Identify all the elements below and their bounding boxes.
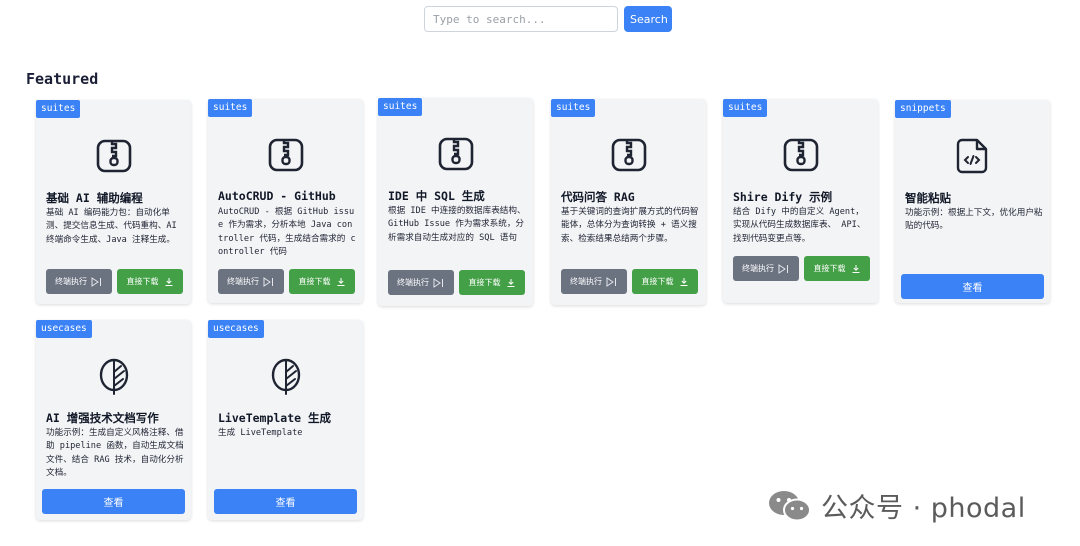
card-title: 代码问答 RAG xyxy=(561,190,635,204)
code-file-icon xyxy=(956,138,987,174)
exec-label: 终端执行 xyxy=(397,278,429,287)
card-actions: 终端执行 直接下载 xyxy=(733,256,870,281)
card-description: 基于关键词的查询扩展方式的代码智能体，总体分为查询转换 + 语义搜索、检索结果总… xyxy=(561,207,699,244)
terminal-execute-button[interactable]: 终端执行 xyxy=(388,270,454,295)
category-tag[interactable]: suites xyxy=(551,99,596,117)
wechat-icon xyxy=(769,490,811,521)
direct-download-button[interactable]: 直接下载 xyxy=(289,269,355,294)
card-shire-dify-example: suites Shire Dify 示例 结合 Dify 中的自定义 Agent… xyxy=(723,99,878,303)
direct-download-button[interactable]: 直接下载 xyxy=(117,269,183,294)
card-description: 结合 Dify 中的自定义 Agent，实现从代码生成数据库表、 API、找到代… xyxy=(733,207,866,244)
play-icon xyxy=(778,263,788,274)
card-title: AI 增强技术文档写作 xyxy=(46,411,159,425)
card-title: 智能粘贴 xyxy=(905,191,951,205)
card-title: Shire Dify 示例 xyxy=(733,190,833,204)
card-ai-doc-writing: usecases AI 增强技术文档写作 功能示例：生成自定义风格注释、借助 p… xyxy=(36,320,191,520)
download-label: 直接下载 xyxy=(126,277,159,286)
card-actions: 终端执行 直接下载 xyxy=(388,270,525,295)
card-description: AutoCRUD - 根据 GitHub issue 作为需求，分析本地 Jav… xyxy=(218,207,356,257)
card-description: 功能示例：生成自定义风格注释、借助 pipeline 函数，自动生成文档文件、结… xyxy=(46,428,184,478)
play-icon xyxy=(263,276,273,287)
category-tag[interactable]: suites xyxy=(723,99,768,117)
card-livetemplate-generation: usecases LiveTemplate 生成 生成 LiveTemplate… xyxy=(208,320,363,520)
direct-download-button[interactable]: 直接下载 xyxy=(804,256,870,281)
card-title: IDE 中 SQL 生成 xyxy=(388,189,485,203)
zip-file-icon xyxy=(268,138,303,172)
zip-file-icon xyxy=(438,137,473,171)
card-autocrud-github: suites AutoCRUD - GitHub AutoCRUD - 根据 G… xyxy=(208,99,363,303)
view-button[interactable]: 查看 xyxy=(901,274,1044,299)
card-description: 生成 LiveTemplate xyxy=(218,428,303,438)
leaf-icon xyxy=(271,358,300,395)
card-basic-ai-coding: suites 基础 AI 辅助编程 基础 AI 编码能力包：自动化单测、提交信息… xyxy=(36,100,191,304)
download-icon xyxy=(165,277,172,286)
download-icon xyxy=(680,277,687,286)
zip-file-icon xyxy=(96,139,131,173)
play-icon xyxy=(606,276,616,287)
exec-label: 终端执行 xyxy=(570,277,602,286)
exec-label: 终端执行 xyxy=(742,264,774,273)
download-label: 直接下载 xyxy=(641,277,674,286)
view-button[interactable]: 查看 xyxy=(42,489,185,514)
view-button[interactable]: 查看 xyxy=(214,489,357,514)
card-actions: 终端执行 直接下载 xyxy=(218,269,355,294)
category-tag[interactable]: usecases xyxy=(208,320,264,338)
leaf-icon xyxy=(99,358,128,395)
card-description: 基础 AI 编码能力包：自动化单测、提交信息生成、代码重构、AI 终端命令生成、… xyxy=(46,208,177,245)
play-icon xyxy=(433,277,443,288)
download-label: 直接下载 xyxy=(468,278,501,287)
card-title: AutoCRUD - GitHub xyxy=(218,189,336,203)
card-title: 基础 AI 辅助编程 xyxy=(46,191,143,205)
card-actions: 终端执行 直接下载 xyxy=(561,269,698,294)
search-bar: Search xyxy=(424,6,672,32)
exec-label: 终端执行 xyxy=(227,277,259,286)
category-tag[interactable]: snippets xyxy=(895,100,951,118)
category-tag[interactable]: suites xyxy=(378,98,423,116)
terminal-execute-button[interactable]: 终端执行 xyxy=(561,269,627,294)
search-input[interactable] xyxy=(424,6,618,32)
card-description: 根据 IDE 中连接的数据库表结构、GitHub Issue 作为需求系统，分析… xyxy=(388,206,526,243)
card-smart-paste: snippets 智能粘贴 功能示例：根据上下文，优化用户粘贴的代码。 查看 xyxy=(895,100,1050,303)
card-actions: 终端执行 直接下载 xyxy=(46,269,183,294)
exec-label: 终端执行 xyxy=(55,277,87,286)
card-title: LiveTemplate 生成 xyxy=(218,411,332,425)
terminal-execute-button[interactable]: 终端执行 xyxy=(733,256,799,281)
card-code-qa-rag: suites 代码问答 RAG 基于关键词的查询扩展方式的代码智能体，总体分为查… xyxy=(551,99,706,305)
download-label: 直接下载 xyxy=(813,264,846,273)
search-button[interactable]: Search xyxy=(624,6,672,32)
terminal-execute-button[interactable]: 终端执行 xyxy=(46,269,112,294)
download-icon xyxy=(507,278,514,287)
direct-download-button[interactable]: 直接下载 xyxy=(459,270,525,295)
terminal-execute-button[interactable]: 终端执行 xyxy=(218,269,284,294)
download-icon xyxy=(337,277,344,286)
featured-heading: Featured xyxy=(26,70,99,88)
category-tag[interactable]: usecases xyxy=(36,320,92,338)
card-description: 功能示例：根据上下文，优化用户粘贴的代码。 xyxy=(905,208,1043,232)
download-icon xyxy=(852,264,859,273)
category-tag[interactable]: suites xyxy=(36,100,81,118)
direct-download-button[interactable]: 直接下载 xyxy=(632,269,698,294)
category-tag[interactable]: suites xyxy=(208,99,253,117)
card-ide-sql-generation: suites IDE 中 SQL 生成 根据 IDE 中连接的数据库表结构、Gi… xyxy=(378,98,533,306)
zip-file-icon xyxy=(783,138,818,172)
download-label: 直接下载 xyxy=(298,277,331,286)
play-icon xyxy=(91,276,101,287)
zip-file-icon xyxy=(611,138,646,172)
watermark-text: 公众号 · phodal xyxy=(821,493,1026,524)
watermark: 公众号 · phodal xyxy=(767,486,1026,525)
